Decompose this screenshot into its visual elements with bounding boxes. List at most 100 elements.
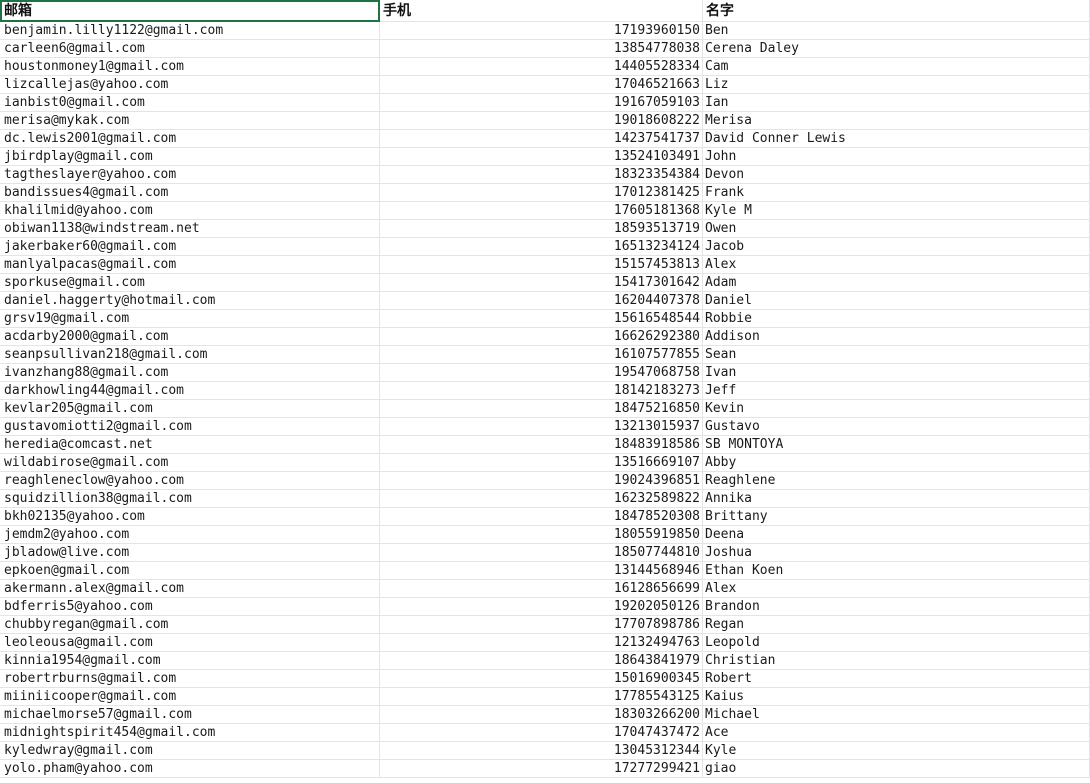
email-cell[interactable]: bkh02135@yahoo.com [0, 508, 380, 526]
name-cell[interactable]: Cerena Daley [703, 40, 1090, 58]
email-cell[interactable]: houstonmoney1@gmail.com [0, 58, 380, 76]
name-cell[interactable]: Michael [703, 706, 1090, 724]
name-cell[interactable]: Devon [703, 166, 1090, 184]
name-cell[interactable]: John [703, 148, 1090, 166]
email-cell[interactable]: gustavomiotti2@gmail.com [0, 418, 380, 436]
email-cell[interactable]: akermann.alex@gmail.com [0, 580, 380, 598]
name-cell[interactable]: Regan [703, 616, 1090, 634]
email-cell[interactable]: jbirdplay@gmail.com [0, 148, 380, 166]
phone-cell[interactable]: 15016900345 [380, 670, 703, 688]
phone-cell[interactable]: 13854778038 [380, 40, 703, 58]
phone-cell[interactable]: 16128656699 [380, 580, 703, 598]
phone-cell[interactable]: 17277299421 [380, 760, 703, 778]
email-cell[interactable]: epkoen@gmail.com [0, 562, 380, 580]
name-cell[interactable]: Ivan [703, 364, 1090, 382]
phone-cell[interactable]: 18643841979 [380, 652, 703, 670]
name-cell[interactable]: Kyle [703, 742, 1090, 760]
email-cell[interactable]: benjamin.lilly1122@gmail.com [0, 22, 380, 40]
phone-cell[interactable]: 18142183273 [380, 382, 703, 400]
phone-cell[interactable]: 18593513719 [380, 220, 703, 238]
name-cell[interactable]: Frank [703, 184, 1090, 202]
phone-cell[interactable]: 13516669107 [380, 454, 703, 472]
phone-cell[interactable]: 17785543125 [380, 688, 703, 706]
name-cell[interactable]: Kaius [703, 688, 1090, 706]
email-cell[interactable]: manlyalpacas@gmail.com [0, 256, 380, 274]
name-cell[interactable]: Annika [703, 490, 1090, 508]
name-cell[interactable]: Robbie [703, 310, 1090, 328]
phone-cell[interactable]: 18478520308 [380, 508, 703, 526]
name-cell[interactable]: Ethan Koen [703, 562, 1090, 580]
name-cell[interactable]: Joshua [703, 544, 1090, 562]
phone-cell[interactable]: 18303266200 [380, 706, 703, 724]
email-cell[interactable]: acdarby2000@gmail.com [0, 328, 380, 346]
phone-cell[interactable]: 19018608222 [380, 112, 703, 130]
name-cell[interactable]: Adam [703, 274, 1090, 292]
phone-cell[interactable]: 18475216850 [380, 400, 703, 418]
name-cell[interactable]: Brandon [703, 598, 1090, 616]
name-cell[interactable]: Owen [703, 220, 1090, 238]
phone-cell[interactable]: 17193960150 [380, 22, 703, 40]
phone-cell[interactable]: 17046521663 [380, 76, 703, 94]
email-cell[interactable]: michaelmorse57@gmail.com [0, 706, 380, 724]
phone-cell[interactable]: 15417301642 [380, 274, 703, 292]
email-cell[interactable]: jakerbaker60@gmail.com [0, 238, 380, 256]
email-cell[interactable]: merisa@mykak.com [0, 112, 380, 130]
name-cell[interactable]: Gustavo [703, 418, 1090, 436]
phone-cell[interactable]: 13144568946 [380, 562, 703, 580]
email-cell[interactable]: grsv19@gmail.com [0, 310, 380, 328]
phone-cell[interactable]: 15616548544 [380, 310, 703, 328]
phone-cell[interactable]: 17605181368 [380, 202, 703, 220]
name-cell[interactable]: Ben [703, 22, 1090, 40]
phone-cell[interactable]: 14405528334 [380, 58, 703, 76]
email-cell[interactable]: midnightspirit454@gmail.com [0, 724, 380, 742]
email-cell[interactable]: kinnia1954@gmail.com [0, 652, 380, 670]
name-cell[interactable]: Daniel [703, 292, 1090, 310]
email-cell[interactable]: daniel.haggerty@hotmail.com [0, 292, 380, 310]
name-cell[interactable]: Jacob [703, 238, 1090, 256]
name-cell[interactable]: Deena [703, 526, 1090, 544]
name-cell[interactable]: Kyle M [703, 202, 1090, 220]
name-cell[interactable]: Merisa [703, 112, 1090, 130]
email-cell[interactable]: robertrburns@gmail.com [0, 670, 380, 688]
email-cell[interactable]: obiwan1138@windstream.net [0, 220, 380, 238]
name-cell[interactable]: Liz [703, 76, 1090, 94]
phone-cell[interactable]: 13524103491 [380, 148, 703, 166]
name-cell[interactable]: Robert [703, 670, 1090, 688]
phone-cell[interactable]: 14237541737 [380, 130, 703, 148]
name-cell[interactable]: David Conner Lewis [703, 130, 1090, 148]
email-cell[interactable]: ivanzhang88@gmail.com [0, 364, 380, 382]
header-cell-phone[interactable]: 手机 [380, 0, 703, 22]
email-cell[interactable]: jemdm2@yahoo.com [0, 526, 380, 544]
phone-cell[interactable]: 15157453813 [380, 256, 703, 274]
name-cell[interactable]: Christian [703, 652, 1090, 670]
email-cell[interactable]: carleen6@gmail.com [0, 40, 380, 58]
email-cell[interactable]: bandissues4@gmail.com [0, 184, 380, 202]
email-cell[interactable]: bdferris5@yahoo.com [0, 598, 380, 616]
phone-cell[interactable]: 17707898786 [380, 616, 703, 634]
phone-cell[interactable]: 13213015937 [380, 418, 703, 436]
name-cell[interactable]: Abby [703, 454, 1090, 472]
email-cell[interactable]: miiniicooper@gmail.com [0, 688, 380, 706]
header-cell-email[interactable]: 邮箱 [0, 0, 380, 22]
phone-cell[interactable]: 18483918586 [380, 436, 703, 454]
phone-cell[interactable]: 16513234124 [380, 238, 703, 256]
name-cell[interactable]: Reaghlene [703, 472, 1090, 490]
email-cell[interactable]: khalilmid@yahoo.com [0, 202, 380, 220]
name-cell[interactable]: Alex [703, 256, 1090, 274]
name-cell[interactable]: Addison [703, 328, 1090, 346]
phone-cell[interactable]: 17012381425 [380, 184, 703, 202]
phone-cell[interactable]: 19167059103 [380, 94, 703, 112]
phone-cell[interactable]: 13045312344 [380, 742, 703, 760]
email-cell[interactable]: leoleousa@gmail.com [0, 634, 380, 652]
phone-cell[interactable]: 16232589822 [380, 490, 703, 508]
email-cell[interactable]: kyledwray@gmail.com [0, 742, 380, 760]
email-cell[interactable]: ianbist0@gmail.com [0, 94, 380, 112]
email-cell[interactable]: reaghleneclow@yahoo.com [0, 472, 380, 490]
email-cell[interactable]: heredia@comcast.net [0, 436, 380, 454]
phone-cell[interactable]: 16626292380 [380, 328, 703, 346]
name-cell[interactable]: Ace [703, 724, 1090, 742]
phone-cell[interactable]: 18055919850 [380, 526, 703, 544]
phone-cell[interactable]: 12132494763 [380, 634, 703, 652]
name-cell[interactable]: Ian [703, 94, 1090, 112]
email-cell[interactable]: squidzillion38@gmail.com [0, 490, 380, 508]
